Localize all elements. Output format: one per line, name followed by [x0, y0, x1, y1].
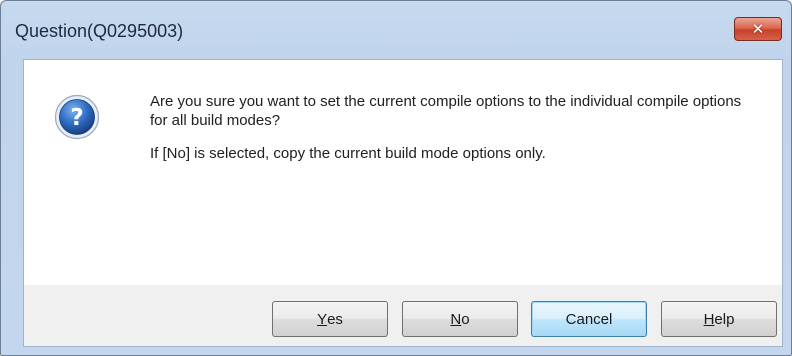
title-bar[interactable]: Question(Q0295003) ✕	[1, 1, 791, 57]
close-icon: ✕	[751, 19, 765, 38]
question-icon: ?	[54, 94, 100, 140]
help-button[interactable]: Help	[661, 301, 777, 337]
dialog-content: ? Are you sure you want to set the curre…	[23, 59, 783, 285]
yes-mnemonic: Y	[317, 310, 328, 328]
message-note: If [No] is selected, copy the current bu…	[150, 145, 546, 162]
no-mnemonic: N	[450, 310, 462, 328]
close-button[interactable]: ✕	[734, 17, 782, 41]
message-text: Are you sure you want to set the current…	[150, 92, 760, 177]
svg-text:?: ?	[70, 105, 83, 131]
cancel-label: Cancel	[565, 310, 613, 328]
help-mnemonic: H	[703, 310, 715, 328]
cancel-button[interactable]: Cancel	[531, 301, 647, 337]
dialog-title: Question(Q0295003)	[15, 21, 184, 41]
yes-label: es	[327, 310, 343, 328]
message-question: Are you sure you want to set the current…	[150, 93, 742, 129]
no-label: o	[461, 310, 470, 328]
no-button[interactable]: No	[402, 301, 518, 337]
help-label: elp	[714, 310, 735, 328]
dialog-window: Question(Q0295003) ✕ ? Are you sure you …	[0, 0, 792, 356]
button-bar: Yes No Cancel Help	[23, 285, 783, 347]
yes-button[interactable]: Yes	[272, 301, 388, 337]
